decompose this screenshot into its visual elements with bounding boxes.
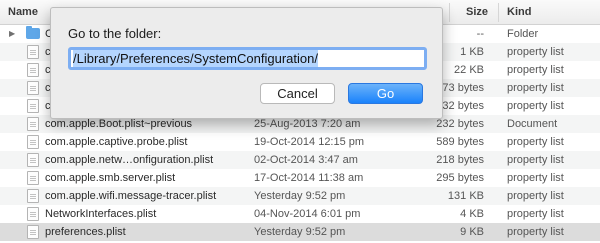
folder-path-input[interactable]: /Library/Preferences/SystemConfiguration… (68, 47, 427, 70)
file-kind: property list (507, 100, 564, 112)
file-kind: property list (507, 190, 564, 202)
plist-file-icon (27, 45, 39, 59)
table-row[interactable]: NetworkInterfaces.plist 04-Nov-2014 6:01… (0, 205, 600, 223)
file-size: -- (476, 28, 484, 40)
plist-file-icon (27, 171, 39, 185)
plist-file-icon (27, 189, 39, 203)
plist-file-icon (27, 81, 39, 95)
table-row[interactable]: com.apple.wifi.message-tracer.plist Yest… (0, 187, 600, 205)
plist-file-icon (27, 99, 39, 113)
go-button[interactable]: Go (348, 83, 423, 104)
plist-file-icon (27, 135, 39, 149)
file-size: 232 bytes (436, 118, 484, 130)
file-size: 32 bytes (442, 100, 484, 112)
file-kind: property list (507, 46, 564, 58)
file-size: 131 KB (447, 190, 484, 202)
table-row[interactable]: com.apple.smb.server.plist 17-Oct-2014 1… (0, 169, 600, 187)
file-date-modified: 19-Oct-2014 12:15 pm (254, 136, 365, 148)
column-header-name[interactable]: Name (8, 6, 38, 18)
disclosure-triangle-icon[interactable]: ▶ (9, 25, 15, 43)
file-size: 1 KB (460, 46, 484, 58)
file-name: NetworkInterfaces.plist (45, 208, 157, 220)
file-kind: property list (507, 82, 564, 94)
table-row-selected[interactable]: preferences.plist Yesterday 9:52 pm 9 KB… (0, 223, 600, 241)
file-date-modified: Yesterday 9:52 pm (254, 226, 346, 238)
cancel-button[interactable]: Cancel (260, 83, 335, 104)
table-row[interactable]: com.apple.netw…onfiguration.plist 02-Oct… (0, 151, 600, 169)
file-name: com.apple.netw…onfiguration.plist (45, 154, 214, 166)
file-size: 9 KB (460, 226, 484, 238)
file-kind: property list (507, 154, 564, 166)
column-header-kind[interactable]: Kind (507, 6, 531, 18)
file-kind: property list (507, 226, 564, 238)
file-kind: property list (507, 136, 564, 148)
file-name: preferences.plist (45, 226, 126, 238)
plist-file-icon (27, 63, 39, 77)
column-header-size[interactable]: Size (466, 6, 488, 18)
table-row[interactable]: com.apple.captive.probe.plist 19-Oct-201… (0, 133, 600, 151)
file-name: com.apple.captive.probe.plist (45, 136, 188, 148)
file-kind: property list (507, 172, 564, 184)
file-size: 22 KB (454, 64, 484, 76)
plist-file-icon (27, 207, 39, 221)
plist-file-icon (27, 153, 39, 167)
file-size: 295 bytes (436, 172, 484, 184)
column-divider[interactable] (449, 3, 450, 22)
file-kind: property list (507, 208, 564, 220)
file-name: com.apple.wifi.message-tracer.plist (45, 190, 217, 202)
file-size: 218 bytes (436, 154, 484, 166)
file-kind: property list (507, 64, 564, 76)
file-size: 589 bytes (436, 136, 484, 148)
column-divider[interactable] (498, 3, 499, 22)
file-size: 4 KB (460, 208, 484, 220)
file-date-modified: 17-Oct-2014 11:38 am (254, 172, 364, 184)
file-size: 73 bytes (442, 82, 484, 94)
file-date-modified: 04-Nov-2014 6:01 pm (254, 208, 361, 220)
folder-icon (26, 26, 40, 39)
dialog-title: Go to the folder: (68, 26, 162, 41)
document-file-icon (27, 117, 39, 131)
file-kind: Folder (507, 28, 539, 40)
plist-file-icon (27, 225, 39, 239)
file-kind: Document (507, 118, 558, 130)
go-to-folder-dialog: Go to the folder: /Library/Preferences/S… (50, 7, 443, 119)
folder-path-value[interactable]: /Library/Preferences/SystemConfiguration… (73, 50, 318, 67)
file-date-modified: 02-Oct-2014 3:47 am (254, 154, 358, 166)
file-name: com.apple.smb.server.plist (45, 172, 176, 184)
file-date-modified: Yesterday 9:52 pm (254, 190, 346, 202)
